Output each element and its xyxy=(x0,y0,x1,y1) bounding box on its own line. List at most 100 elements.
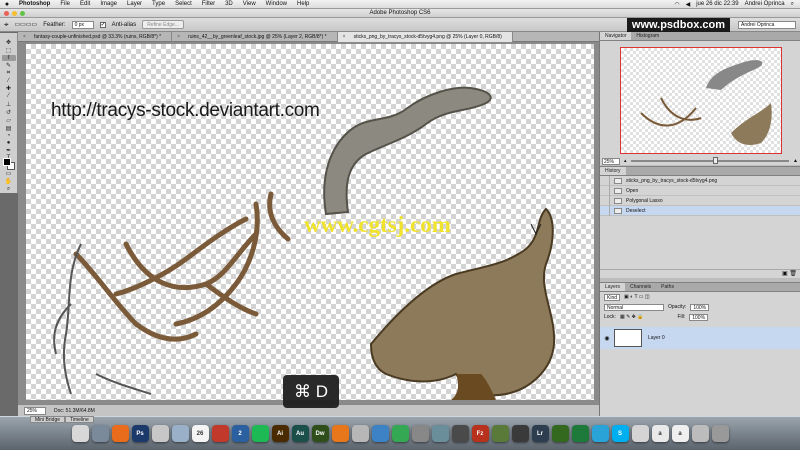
dock-app-icon[interactable] xyxy=(151,425,169,442)
menu-app[interactable]: Photoshop xyxy=(14,1,55,7)
lasso-tool-icon[interactable]: ℓ xyxy=(1,55,16,62)
dock-app-icon[interactable] xyxy=(711,425,729,442)
feather-input[interactable]: 0 px xyxy=(71,20,94,29)
history-source-box[interactable] xyxy=(600,175,610,186)
tab-mini-bridge[interactable]: Mini Bridge xyxy=(30,416,66,423)
dock-app-icon[interactable] xyxy=(571,425,589,442)
dock-app-icon[interactable] xyxy=(451,425,469,442)
dock-app-icon[interactable]: 2 xyxy=(231,425,249,442)
opacity-input[interactable]: 100% xyxy=(690,303,710,311)
wifi-icon[interactable]: ◠ xyxy=(674,1,679,8)
canvas[interactable]: http://tracys-stock.deviantart.com www.c… xyxy=(26,44,594,400)
zoom-slider[interactable] xyxy=(630,157,790,164)
move-tool-icon[interactable]: ✥ xyxy=(2,39,16,46)
healing-tool-icon[interactable]: ✚ xyxy=(2,85,16,92)
marquee-tool-icon[interactable]: ⬚ xyxy=(2,47,16,54)
menu-file[interactable]: File xyxy=(55,1,75,7)
dock-app-icon[interactable] xyxy=(591,425,609,442)
blend-mode-select[interactable]: Normal xyxy=(604,303,664,311)
dock-app-icon[interactable] xyxy=(251,425,269,442)
tab-navigator[interactable]: Navigator xyxy=(600,32,632,40)
close-icon[interactable]: × xyxy=(23,32,26,42)
dock-app-icon[interactable] xyxy=(511,425,529,442)
dock-app-icon[interactable]: a xyxy=(671,425,689,442)
close-icon[interactable]: × xyxy=(343,32,346,42)
dodge-tool-icon[interactable]: ● xyxy=(2,140,16,146)
history-step-open[interactable]: Open xyxy=(600,185,800,196)
dock-app-icon[interactable]: 26 xyxy=(191,425,209,442)
tab-histogram[interactable]: Histogram xyxy=(631,32,664,40)
dock-app-icon[interactable] xyxy=(111,425,129,442)
user-name[interactable]: Andrei Oprinca xyxy=(745,1,785,7)
history-step-lasso[interactable]: Polygonal Lasso xyxy=(600,195,800,206)
foreground-color-swatch[interactable] xyxy=(3,158,11,166)
workspace-select[interactable]: Andrei Oprinca xyxy=(738,20,796,29)
tab-channels[interactable]: Channels xyxy=(625,283,656,291)
brush-tool-icon[interactable]: ⁄ xyxy=(2,93,16,99)
dock-app-icon[interactable]: Dw xyxy=(311,425,329,442)
tab-timeline[interactable]: Timeline xyxy=(65,416,94,423)
zoom-tool-icon[interactable]: ⌕ xyxy=(2,186,16,193)
antialias-checkbox[interactable]: ✓ xyxy=(99,21,106,28)
zoom-out-icon[interactable]: ▴ xyxy=(624,158,627,164)
menu-filter[interactable]: Filter xyxy=(197,1,220,7)
history-brush-icon[interactable]: ↺ xyxy=(2,109,16,116)
dock-app-icon[interactable] xyxy=(391,425,409,442)
history-source-box[interactable] xyxy=(600,205,610,216)
layer-name[interactable]: Layer 0 xyxy=(648,335,665,341)
menu-edit[interactable]: Edit xyxy=(75,1,95,7)
doc-tab-2[interactable]: × ruins_42__by_greenleaf_stock.jpg @ 25% … xyxy=(172,32,338,42)
close-window-button[interactable] xyxy=(4,11,9,16)
apple-icon[interactable]: ● xyxy=(0,1,14,8)
zoom-slider-handle[interactable] xyxy=(712,157,718,164)
dock-app-icon[interactable]: Au xyxy=(291,425,309,442)
dock-app-icon[interactable] xyxy=(411,425,429,442)
dock-app-icon[interactable] xyxy=(371,425,389,442)
navigator-thumbnail[interactable] xyxy=(620,47,782,154)
doc-tab-3[interactable]: × sticks_png_by_tracys_stock-d5tvyg4.png … xyxy=(337,32,513,42)
dock-app-icon[interactable]: Lr xyxy=(531,425,549,442)
selection-mode-icons[interactable]: ▭▭▭▭ xyxy=(15,21,38,28)
dock-app-icon[interactable] xyxy=(91,425,109,442)
dock-app-icon[interactable] xyxy=(331,425,349,442)
new-snapshot-icon[interactable]: ▣ xyxy=(782,271,788,277)
fill-input[interactable]: 100% xyxy=(689,313,709,321)
zoom-in-icon[interactable]: ▲ xyxy=(793,158,798,164)
history-step-deselect[interactable]: Deselect xyxy=(600,205,800,216)
lasso-tool-icon[interactable]: ⌖ xyxy=(4,20,9,30)
menu-image[interactable]: Image xyxy=(95,1,122,7)
eyedropper-tool-icon[interactable]: ⁄ xyxy=(2,78,16,84)
dock-app-icon[interactable] xyxy=(551,425,569,442)
history-source-box[interactable] xyxy=(600,195,610,206)
filter-icons[interactable]: ▣ ◐ T ▭ ◫ xyxy=(624,294,650,300)
dock-app-icon[interactable] xyxy=(691,425,709,442)
dock-app-icon[interactable]: Ps xyxy=(131,425,149,442)
trash-icon[interactable]: 🗑 xyxy=(789,271,797,277)
tab-history[interactable]: History xyxy=(600,167,626,175)
tab-layers[interactable]: Layers xyxy=(600,283,626,291)
history-snapshot[interactable]: sticks_png_by_tracys_stock-d5tvyg4.png xyxy=(600,175,800,186)
doc-size[interactable]: Doc: 51.3M/64.8M xyxy=(54,408,95,414)
zoom-level[interactable]: 25% xyxy=(24,406,46,415)
dock-app-icon[interactable] xyxy=(351,425,369,442)
zoom-window-button[interactable] xyxy=(20,11,25,16)
menu-view[interactable]: View xyxy=(238,1,261,7)
lock-icons[interactable]: ▦ ✎ ✥ 🔒 xyxy=(620,314,644,320)
gradient-tool-icon[interactable]: ▤ xyxy=(2,125,16,132)
crop-tool-icon[interactable]: ⌗ xyxy=(2,70,16,77)
menu-window[interactable]: Window xyxy=(261,1,292,7)
layer-row[interactable]: ◉ Layer 0 xyxy=(600,327,800,349)
menu-help[interactable]: Help xyxy=(292,1,314,7)
layer-thumbnail[interactable] xyxy=(614,329,642,347)
volume-icon[interactable]: ◀ xyxy=(686,1,691,8)
clock[interactable]: jue 26 dic 22:39 xyxy=(696,1,738,7)
menu-3d[interactable]: 3D xyxy=(220,1,238,7)
navigator-zoom-value[interactable]: 25% xyxy=(602,157,620,165)
dock-app-icon[interactable] xyxy=(431,425,449,442)
eraser-tool-icon[interactable]: ▱ xyxy=(2,117,16,124)
quick-select-tool-icon[interactable]: ✎ xyxy=(2,62,16,69)
stamp-tool-icon[interactable]: ⊥ xyxy=(2,101,16,108)
blur-tool-icon[interactable]: ◔ xyxy=(2,133,16,139)
dock-app-icon[interactable]: S xyxy=(611,425,629,442)
kind-filter-select[interactable]: Kind xyxy=(604,293,621,301)
